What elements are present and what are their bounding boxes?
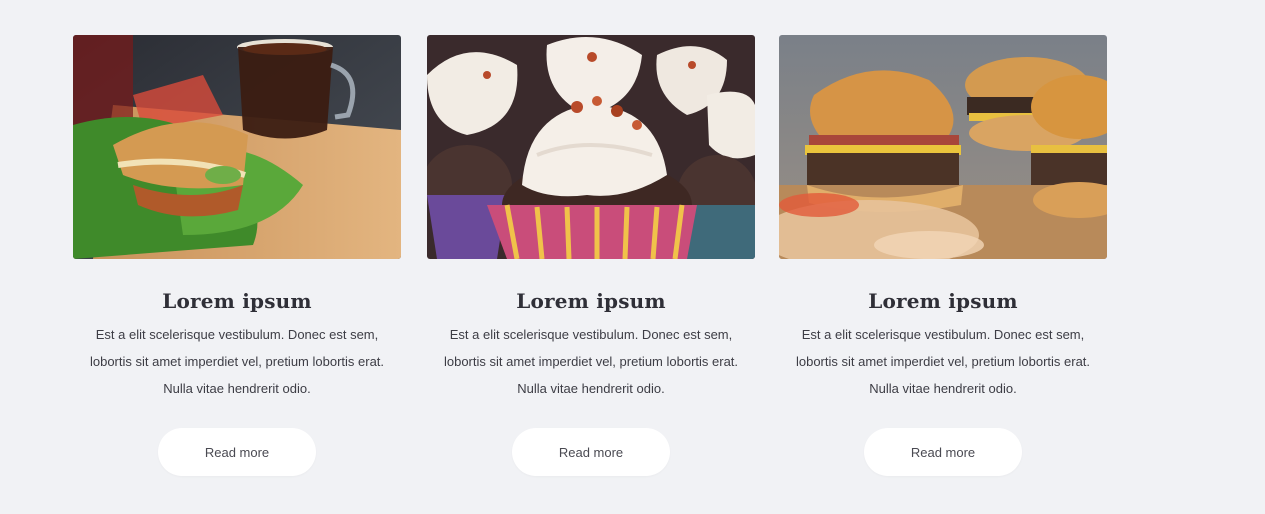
cupcakes-photo	[427, 35, 755, 259]
card-title: Lorem ipsum	[516, 289, 666, 313]
card-title: Lorem ipsum	[162, 289, 312, 313]
card-burgers: Lorem ipsum Est a elit scelerisque vesti…	[779, 35, 1107, 476]
card-title: Lorem ipsum	[868, 289, 1018, 313]
sandwich-and-coffee-photo	[73, 35, 401, 259]
card-description: Est a elit scelerisque vestibulum. Donec…	[795, 327, 1091, 396]
card-description: Est a elit scelerisque vestibulum. Donec…	[443, 327, 739, 396]
card-description: Est a elit scelerisque vestibulum. Donec…	[89, 327, 385, 396]
card-grid: Lorem ipsum Est a elit scelerisque vesti…	[0, 0, 1265, 514]
read-more-button[interactable]: Read more	[864, 428, 1022, 476]
card-cupcakes: Lorem ipsum Est a elit scelerisque vesti…	[427, 35, 755, 476]
read-more-button[interactable]: Read more	[512, 428, 670, 476]
read-more-button[interactable]: Read more	[158, 428, 316, 476]
card-sandwich: Lorem ipsum Est a elit scelerisque vesti…	[73, 35, 401, 476]
burgers-photo	[779, 35, 1107, 259]
